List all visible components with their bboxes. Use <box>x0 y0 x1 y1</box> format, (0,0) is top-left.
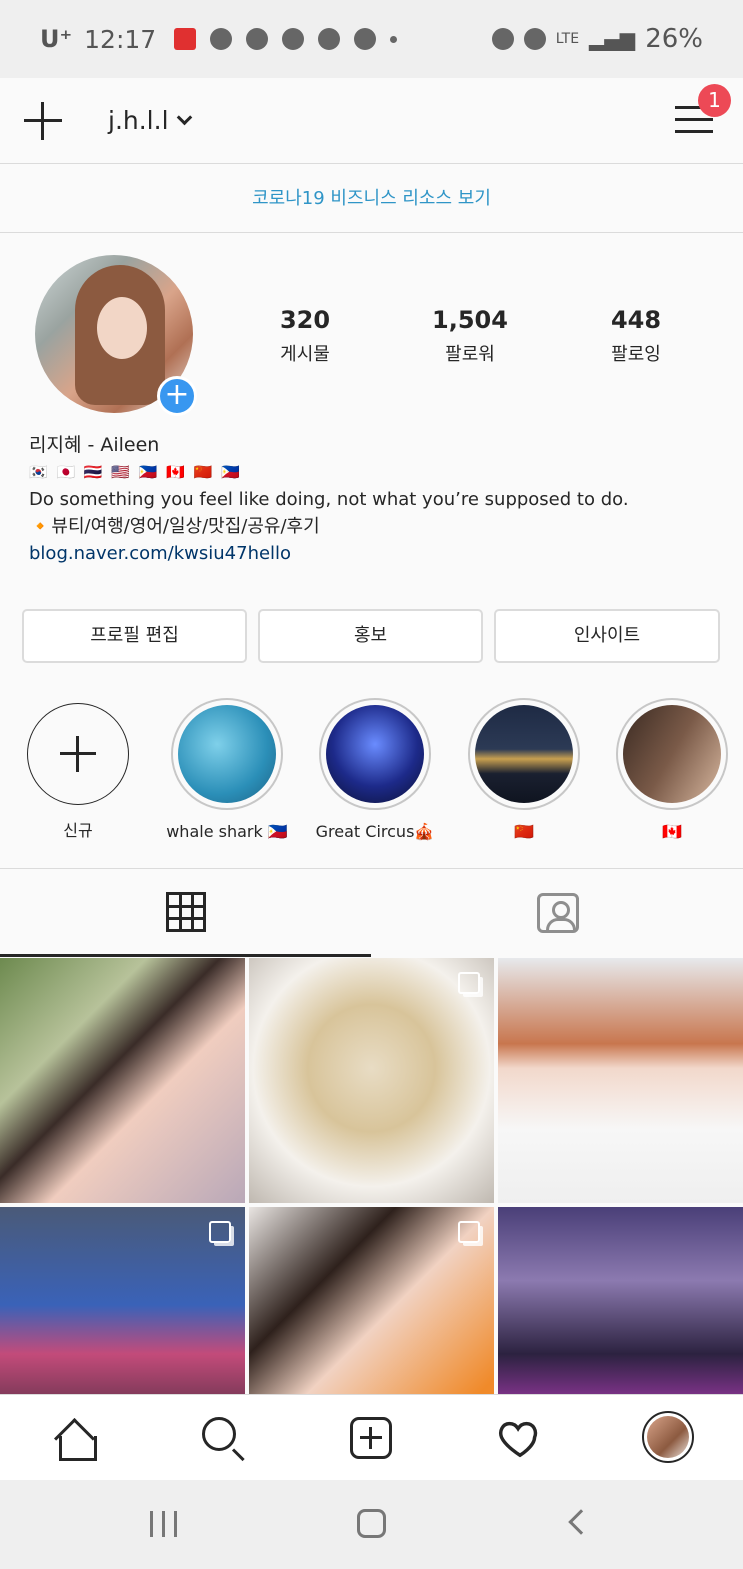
carousel-icon <box>458 1221 480 1243</box>
heart-icon <box>499 1421 538 1458</box>
highlight-china[interactable]: 🇨🇳 <box>459 698 589 841</box>
highlight-label: whale shark 🇵🇭 <box>166 822 288 841</box>
new-content-plus-icon[interactable] <box>24 102 62 140</box>
highlight-canada[interactable]: 🇨🇦 <box>607 698 737 841</box>
followers-count-stat[interactable]: 1,504 팔로워 <box>415 306 525 366</box>
avatar <box>642 1411 694 1463</box>
profile-tabs <box>0 868 743 957</box>
new-post-icon <box>350 1417 392 1459</box>
chevron-down-icon <box>176 109 192 126</box>
highlight-label: 🇨🇦 <box>662 822 682 841</box>
network-label: LTE <box>555 31 580 47</box>
carrier-label: U⁺ <box>40 25 73 53</box>
activity-tab[interactable] <box>495 1413 545 1463</box>
grid-post[interactable] <box>249 958 494 1203</box>
hexagon-icon <box>282 28 305 50</box>
following-count-stat[interactable]: 448 팔로잉 <box>581 306 691 366</box>
grid-post[interactable] <box>0 958 245 1203</box>
battery-level: 26% <box>645 24 703 54</box>
hexagon-icon <box>246 28 269 50</box>
status-bar: U⁺ 12:17 LTE ▂▄▆ 26% <box>0 0 743 78</box>
posts-count: 320 <box>279 306 331 334</box>
username-label: j.h.l.l <box>108 106 169 135</box>
display-name: 리지혜 - Aileen <box>29 434 160 456</box>
followers-count: 1,504 <box>432 306 508 334</box>
tagged-person-icon <box>536 893 579 933</box>
highlight-new[interactable]: 신규 <box>13 698 143 841</box>
bio-link[interactable]: blog.naver.com/kwsiu47hello <box>29 540 729 567</box>
android-navigation-bar <box>0 1480 743 1569</box>
account-switcher[interactable]: j.h.l.l <box>108 106 192 135</box>
profile-header: j.h.l.l 1 <box>0 78 743 164</box>
bio-categories: 🔸뷰티/여행/영어/일상/맛집/공유/후기 <box>29 516 320 537</box>
new-post-tab[interactable] <box>346 1413 396 1463</box>
posts-label: 게시물 <box>280 344 330 365</box>
search-icon <box>202 1417 236 1451</box>
covid-business-resources-link[interactable]: 코로나19 비즈니스 리소스 보기 <box>0 165 743 233</box>
plus-icon <box>60 736 96 772</box>
profile-bio: 리지혜 - Aileen 🇰🇷 🇯🇵 🇹🇭 🇺🇸 🇵🇭 🇨🇦 🇨🇳 🇵🇭 Do … <box>29 432 729 567</box>
add-story-plus-icon[interactable]: + <box>157 376 197 416</box>
grid-icon <box>165 891 206 932</box>
signal-icon: ▂▄▆ <box>589 27 636 51</box>
followers-label: 팔로워 <box>445 344 495 365</box>
following-label: 팔로잉 <box>611 344 661 365</box>
highlight-great-circus[interactable]: Great Circus🎪 <box>310 698 440 841</box>
promote-button[interactable]: 홍보 <box>258 609 483 663</box>
grid-post[interactable] <box>498 958 743 1203</box>
home-tab[interactable] <box>50 1413 100 1463</box>
carousel-icon <box>458 972 480 994</box>
bio-quote: Do something you feel like doing, not wh… <box>29 489 629 510</box>
highlight-label: 🇨🇳 <box>514 822 534 841</box>
alarm-icon <box>491 28 514 50</box>
tab-grid[interactable] <box>0 869 371 957</box>
brain-icon <box>318 28 341 50</box>
carousel-icon <box>209 1221 231 1243</box>
insights-button[interactable]: 인사이트 <box>494 609 720 663</box>
edit-profile-button[interactable]: 프로필 편집 <box>22 609 247 663</box>
highlight-whale-shark[interactable]: whale shark 🇵🇭 <box>162 698 292 841</box>
notification-badge: 1 <box>698 84 731 117</box>
bio-flags: 🇰🇷 🇯🇵 🇹🇭 🇺🇸 🇵🇭 🇨🇦 🇨🇳 🇵🇭 <box>29 463 242 481</box>
more-dot-icon <box>390 35 398 43</box>
home-button-icon[interactable] <box>357 1509 386 1538</box>
mute-icon <box>523 28 546 50</box>
bottom-navigation <box>0 1394 743 1480</box>
megaphone-icon <box>174 28 197 50</box>
notification-icons <box>174 28 398 50</box>
clock: 12:17 <box>84 24 157 54</box>
talk-icon <box>210 28 233 50</box>
following-count: 448 <box>610 306 662 334</box>
search-tab[interactable] <box>198 1413 248 1463</box>
home-icon <box>55 1418 97 1461</box>
highlight-label: Great Circus🎪 <box>315 822 435 841</box>
recents-icon[interactable] <box>150 1511 178 1537</box>
highlight-label: 신규 <box>63 821 93 840</box>
posts-count-stat[interactable]: 320 게시물 <box>250 306 360 366</box>
tab-tagged[interactable] <box>372 869 743 957</box>
back-icon[interactable] <box>568 1509 594 1535</box>
mail-icon <box>354 28 377 50</box>
profile-tab[interactable] <box>642 1411 696 1465</box>
